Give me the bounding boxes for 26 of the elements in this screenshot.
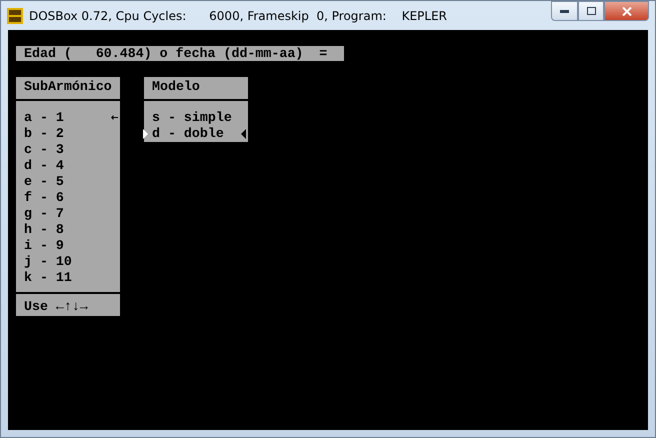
menu-item[interactable]: s - simple — [152, 110, 232, 126]
menu-item[interactable]: f - 6 — [24, 190, 64, 206]
app-icon — [7, 8, 23, 24]
menu-item[interactable]: c - 3 — [24, 142, 64, 158]
menu-item[interactable]: d - 4 — [24, 158, 64, 174]
menu-item[interactable]: a - 1 — [24, 110, 64, 126]
menu-item[interactable]: k - 11 — [24, 270, 72, 286]
menu-item[interactable]: h - 8 — [24, 222, 64, 238]
minimize-button[interactable] — [551, 1, 578, 21]
menu-item[interactable]: d - doble — [152, 126, 224, 142]
menu-item[interactable]: i - 9 — [24, 238, 64, 254]
menu-item[interactable]: g - 7 — [24, 206, 64, 222]
left-pointer-icon — [241, 129, 246, 139]
menu-item[interactable]: b - 2 — [24, 126, 64, 142]
menu-title: Modelo — [144, 77, 248, 101]
menu-item[interactable]: e - 5 — [24, 174, 64, 190]
menu-item[interactable]: j - 10 — [24, 254, 72, 270]
menu-title: SubArmónico — [16, 77, 120, 101]
window-title: DOSBox 0.72, Cpu Cycles: 6000, Frameskip 0, Program: KEPLER — [29, 8, 448, 22]
minimize-icon — [560, 10, 569, 12]
help-text: Use ←↑↓→ — [16, 292, 120, 316]
maximize-icon — [586, 7, 596, 15]
close-icon — [622, 6, 632, 16]
maximize-button[interactable] — [578, 1, 604, 21]
close-button[interactable] — [604, 1, 649, 21]
input-prompt[interactable]: Edad ( 60.484) o fecha (dd-mm-aa) = — [16, 46, 344, 61]
